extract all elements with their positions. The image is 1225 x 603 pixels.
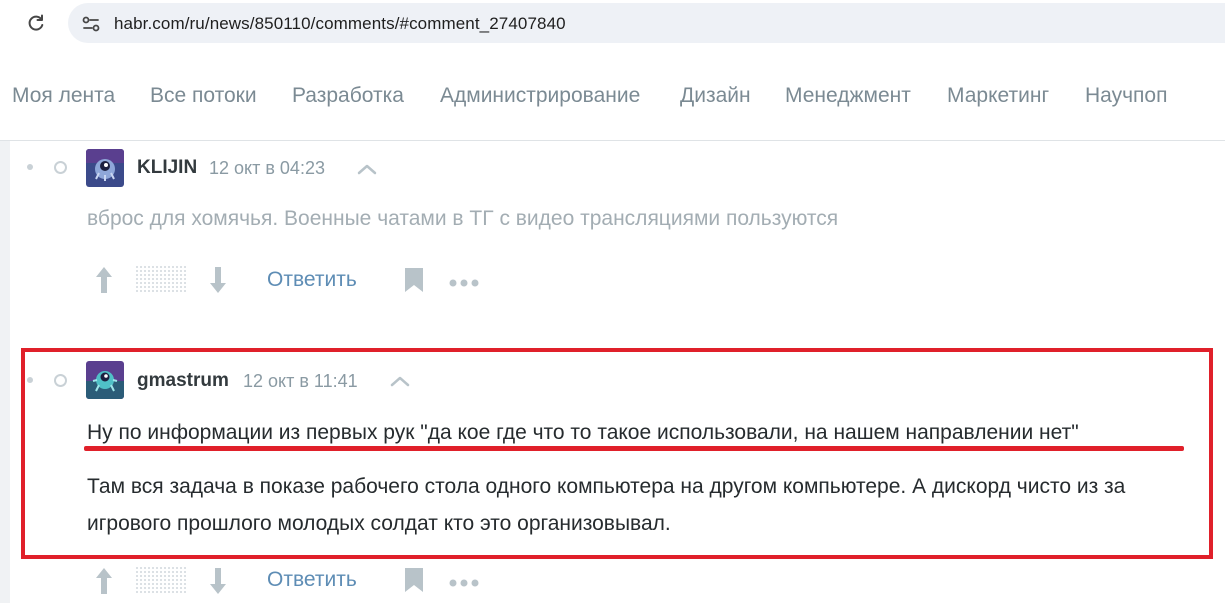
bookmark-icon[interactable] bbox=[404, 267, 424, 298]
upvote-icon[interactable] bbox=[94, 566, 114, 601]
site-info-icon[interactable] bbox=[80, 13, 102, 35]
reply-button[interactable]: Ответить bbox=[267, 268, 357, 292]
nav-item-marketing[interactable]: Маркетинг bbox=[947, 84, 1049, 108]
nav-item-administration[interactable]: Администрирование bbox=[440, 84, 640, 108]
avatar[interactable] bbox=[86, 149, 124, 187]
address-bar[interactable]: habr.com/ru/news/850110/comments/#commen… bbox=[68, 3, 1225, 43]
thread-dot bbox=[27, 164, 33, 170]
nav-item-my-feed[interactable]: Моя лента bbox=[12, 84, 115, 108]
nav-item-design[interactable]: Дизайн bbox=[680, 84, 751, 108]
nav-item-all-streams[interactable]: Все потоки bbox=[150, 84, 257, 108]
thread-node bbox=[54, 161, 67, 174]
highlight-box bbox=[21, 348, 1213, 559]
nav-item-popsci[interactable]: Научпоп bbox=[1085, 84, 1167, 108]
downvote-icon[interactable] bbox=[208, 566, 228, 601]
more-icon[interactable] bbox=[449, 575, 479, 593]
reply-button[interactable]: Ответить bbox=[267, 568, 357, 592]
username[interactable]: KLIJIN bbox=[137, 157, 197, 179]
rating-placeholder bbox=[136, 266, 186, 299]
timestamp[interactable]: 12 окт в 04:23 bbox=[209, 158, 325, 179]
browser-toolbar: habr.com/ru/news/850110/comments/#commen… bbox=[0, 0, 1225, 50]
bookmark-icon[interactable] bbox=[404, 567, 424, 598]
nav-item-development[interactable]: Разработка bbox=[292, 84, 404, 108]
rating-placeholder bbox=[136, 567, 186, 600]
thread-line bbox=[0, 141, 10, 603]
more-icon[interactable] bbox=[449, 275, 479, 293]
nav-item-management[interactable]: Менеджмент bbox=[785, 84, 911, 108]
downvote-icon[interactable] bbox=[208, 265, 228, 300]
main-nav: Моя лента Все потоки Разработка Админист… bbox=[0, 50, 1225, 141]
highlight-underline bbox=[84, 446, 1184, 451]
comment-text: вброс для хомячья. Военные чатами в ТГ с… bbox=[87, 207, 839, 230]
url-text[interactable]: habr.com/ru/news/850110/comments/#commen… bbox=[114, 14, 566, 34]
upvote-icon[interactable] bbox=[94, 265, 114, 300]
reload-icon[interactable] bbox=[22, 9, 50, 37]
chevron-up-icon[interactable] bbox=[356, 162, 378, 176]
